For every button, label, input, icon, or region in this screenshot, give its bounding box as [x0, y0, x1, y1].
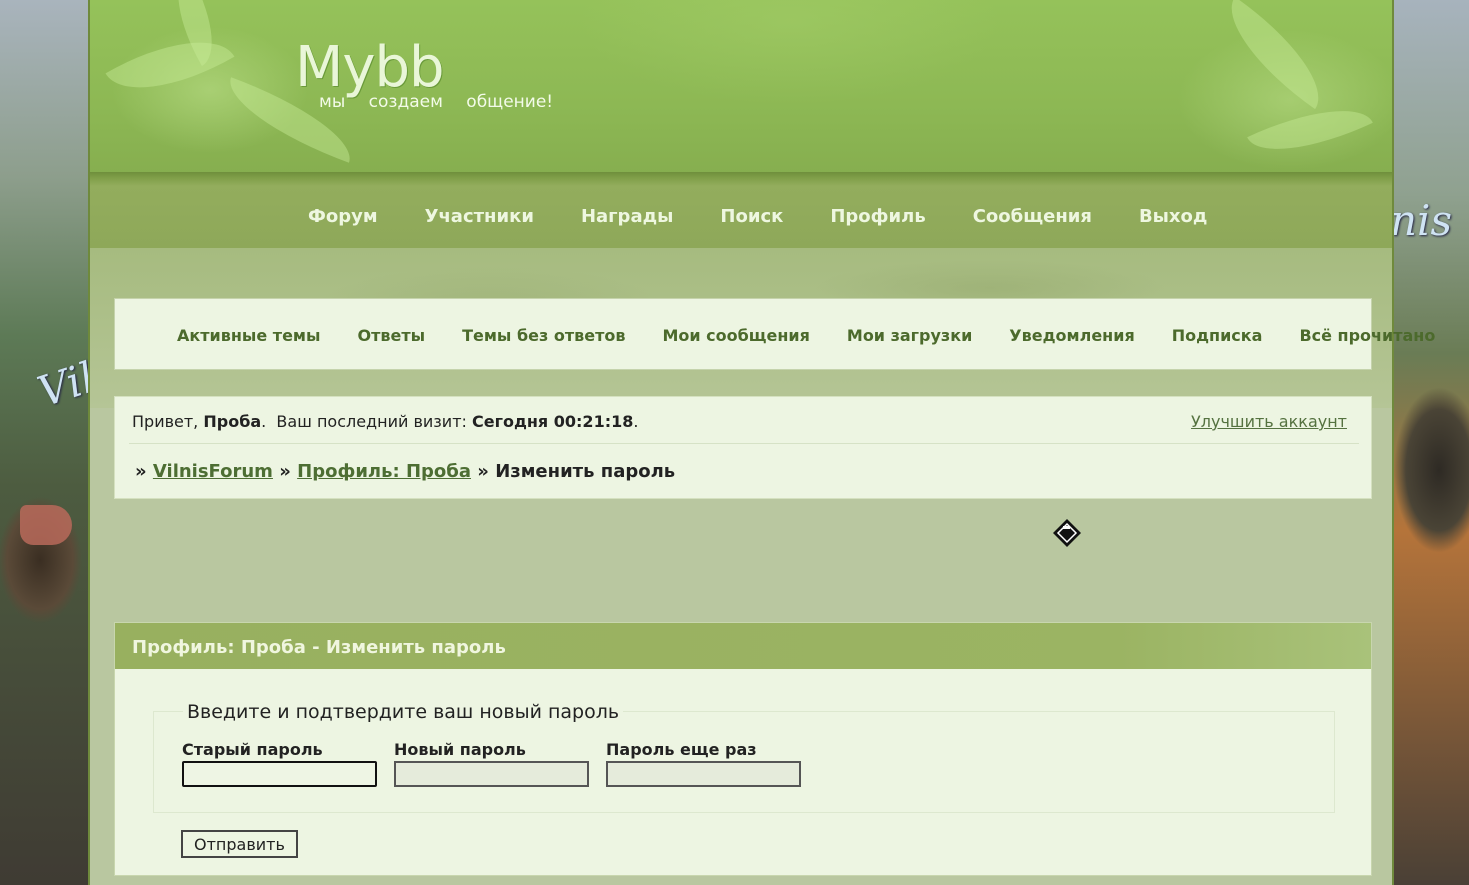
new-password-label: Новый пароль	[394, 740, 526, 759]
leaf-decoration	[1208, 0, 1342, 110]
welcome-end: .	[633, 412, 639, 431]
nav-forum[interactable]: Форум	[308, 206, 378, 227]
repeat-password-input[interactable]	[606, 761, 801, 787]
page-container: Mybb мы создаем общение! Форум Участники…	[88, 0, 1435, 885]
fieldset-legend: Введите и подтвердите ваш новый пароль	[183, 701, 624, 723]
nav-members[interactable]: Участники	[425, 206, 534, 227]
subnav-mark-all-read[interactable]: Всё прочитано	[1299, 326, 1435, 345]
greeting: Привет,	[132, 412, 204, 431]
nav-awards[interactable]: Награды	[581, 206, 673, 227]
breadcrumb-forum-link[interactable]: VilnisForum	[153, 461, 273, 482]
subnav-active-topics[interactable]: Активные темы	[177, 326, 320, 345]
repeat-password-label: Пароль еще раз	[606, 740, 757, 759]
subnav-my-uploads[interactable]: Мои загрузки	[847, 326, 972, 345]
cursor-icon	[1053, 519, 1081, 547]
form-header: Профиль: Проба - Изменить пароль	[115, 623, 1371, 669]
logo-tagline: мы создаем общение!	[319, 92, 554, 112]
logo[interactable]: Mybb мы создаем общение!	[295, 35, 553, 113]
old-password-input[interactable]	[182, 761, 377, 787]
welcome-text: Привет, Проба. Ваш последний визит: Сего…	[132, 412, 638, 431]
username: Проба	[203, 412, 262, 431]
main-nav: Форум Участники Награды Поиск Профиль Со…	[90, 186, 1392, 248]
background-text-right: nis	[1394, 196, 1453, 245]
subnav-my-posts[interactable]: Мои сообщения	[662, 326, 809, 345]
breadcrumb-separator: »	[135, 461, 153, 482]
site-header: Mybb мы создаем общение!	[90, 0, 1392, 176]
sub-nav: Активные темы Ответы Темы без ответов Мо…	[114, 298, 1435, 370]
subnav-subscriptions[interactable]: Подписка	[1172, 326, 1263, 345]
breadcrumb-current: Изменить пароль	[495, 461, 676, 482]
nav-messages[interactable]: Сообщения	[973, 206, 1092, 227]
breadcrumb-separator: »	[279, 461, 298, 482]
breadcrumb: » VilnisForum » Профиль: Проба » Изменит…	[135, 461, 675, 482]
old-password-label: Старый пароль	[182, 740, 323, 759]
subnav-unanswered[interactable]: Темы без ответов	[462, 326, 625, 345]
nav-profile[interactable]: Профиль	[830, 206, 925, 227]
last-visit-value: Сегодня 00:21:18	[472, 412, 634, 431]
background-left: Vil	[0, 0, 88, 885]
background-text-left: Vil	[31, 352, 88, 417]
old-password-group: Старый пароль	[182, 740, 377, 787]
last-visit-label: . Ваш последний визит:	[261, 412, 472, 431]
new-password-group: Новый пароль	[394, 740, 589, 787]
leaf-decoration	[105, 13, 235, 117]
divider	[129, 443, 1359, 444]
welcome-panel: Привет, Проба. Ваш последний визит: Сего…	[114, 396, 1372, 499]
upgrade-account-link[interactable]: Улучшить аккаунт	[1191, 412, 1347, 431]
breadcrumb-separator: »	[477, 461, 496, 482]
nav-search[interactable]: Поиск	[720, 206, 783, 227]
submit-button[interactable]: Отправить	[181, 830, 298, 858]
change-password-form: Профиль: Проба - Изменить пароль Введите…	[114, 622, 1372, 876]
header-divider	[90, 172, 1392, 186]
subnav-replies[interactable]: Ответы	[357, 326, 425, 345]
new-password-input[interactable]	[394, 761, 589, 787]
password-fieldset: Введите и подтвердите ваш новый пароль С…	[153, 701, 1335, 813]
eagle-image	[20, 505, 72, 545]
repeat-password-group: Пароль еще раз	[606, 740, 801, 787]
background-right: nis	[1394, 0, 1469, 885]
subnav-notifications[interactable]: Уведомления	[1009, 326, 1134, 345]
form-title: Профиль: Проба - Изменить пароль	[132, 637, 506, 658]
logo-text: Mybb	[295, 35, 445, 100]
breadcrumb-profile-link[interactable]: Профиль: Проба	[297, 461, 471, 482]
nav-logout[interactable]: Выход	[1139, 206, 1208, 227]
